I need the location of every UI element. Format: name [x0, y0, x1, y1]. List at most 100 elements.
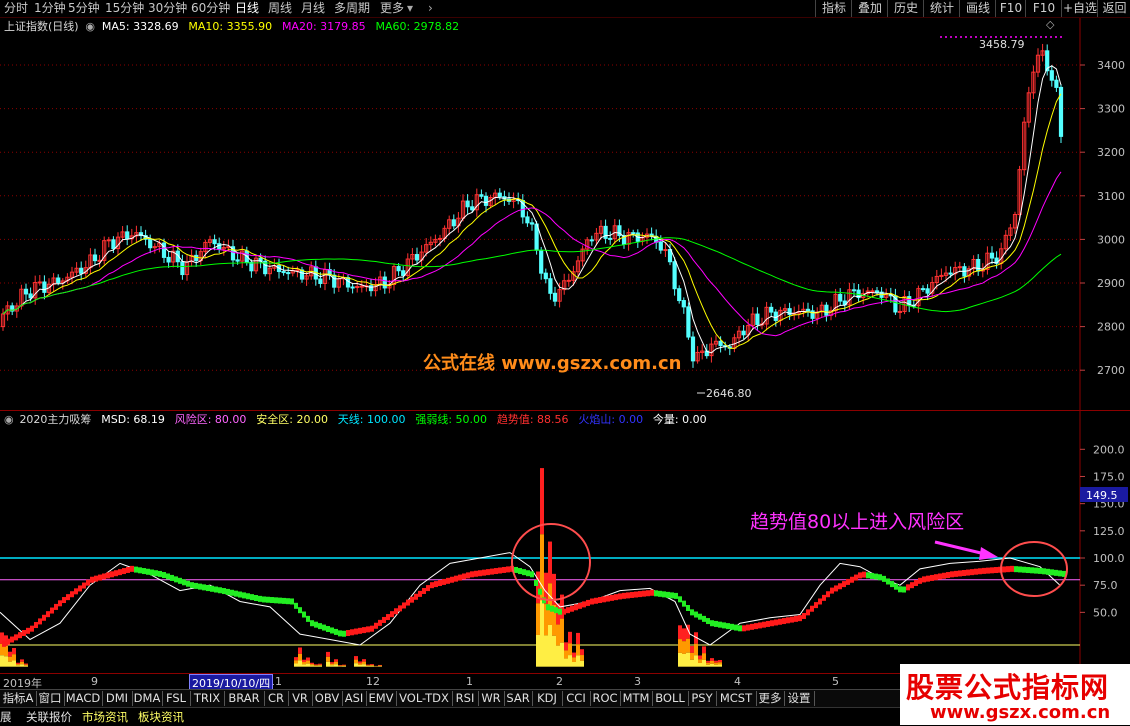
flame-bar [334, 659, 338, 661]
period-tab-fenshi[interactable]: 分时 [4, 1, 28, 16]
flame-bar [358, 663, 362, 665]
trend-block-down [1034, 568, 1038, 574]
time-label-dec: 12 [366, 675, 380, 688]
period-tab-15min[interactable]: 15分钟 [105, 1, 144, 16]
trend-block-down [306, 616, 310, 622]
trend-block-down [734, 625, 738, 631]
indicator-tab-14[interactable]: RSI [452, 691, 479, 706]
chevron-circle-icon[interactable]: ◉ [85, 20, 95, 33]
sector-news-tab[interactable]: 板块资讯 [138, 710, 184, 725]
trend-block-down [178, 578, 182, 584]
indicator-tab-10[interactable]: OBV [312, 691, 343, 706]
indicator-chart[interactable]: 200.0175.0150.0125.0100.075.050.0 趋势值80以… [0, 411, 1130, 673]
chevron-right-icon[interactable]: › [428, 1, 433, 16]
back-button[interactable]: 返回 [1097, 0, 1130, 17]
indicator-tab-16[interactable]: SAR [504, 691, 533, 706]
ma20-label: MA20: 3179.85 [282, 20, 366, 33]
indicator-tab-2[interactable]: MACD [64, 691, 103, 706]
flame-bar [314, 666, 318, 667]
time-label-apr: 4 [734, 675, 741, 688]
period-tab-30min[interactable]: 30分钟 [148, 1, 187, 16]
trend-block-up [426, 585, 430, 591]
flame-bar [314, 665, 318, 666]
candle-down [1050, 71, 1053, 81]
indicator-tab-7[interactable]: BRAR [224, 691, 265, 706]
indicator-tab-15[interactable]: WR [478, 691, 505, 706]
indicator-tab-20[interactable]: MTM [620, 691, 653, 706]
trend-block-up [22, 630, 26, 636]
trend-block-down [710, 620, 714, 626]
indicator-tab-6[interactable]: TRIX [190, 691, 225, 706]
indicator-tab-11[interactable]: ASI [342, 691, 367, 706]
expand-button[interactable]: 展 [0, 710, 12, 725]
flame-bar [544, 635, 548, 666]
trend-block-up [786, 617, 790, 623]
indicator-menu-icon[interactable]: ◉ [4, 413, 14, 426]
trend-block-up [98, 575, 102, 581]
draw-line-button[interactable]: 画线 [959, 0, 996, 17]
more-dropdown-icon[interactable]: ▾ [407, 1, 413, 16]
period-tab-60min[interactable]: 60分钟 [191, 1, 230, 16]
trend-block-up [442, 579, 446, 585]
diamond-icon[interactable]: ◇ [1046, 18, 1054, 31]
period-tab-5min[interactable]: 5分钟 [68, 1, 100, 16]
period-tab-weekly[interactable]: 周线 [268, 1, 292, 16]
trend-block-down [1014, 566, 1018, 572]
sky-line-value: 天线: 100.00 [338, 413, 406, 426]
indicator-tab-18[interactable]: CCI [562, 691, 591, 706]
indicator-tab-5[interactable]: FSL [162, 691, 191, 706]
candle-up [664, 250, 667, 251]
candle-down [287, 273, 290, 274]
indicator-tab-8[interactable]: CR [264, 691, 289, 706]
indicator-tab-3[interactable]: DMI [102, 691, 133, 706]
indicator-tab-12[interactable]: EMV [366, 691, 397, 706]
flame-bar [4, 656, 8, 666]
candle-down [333, 275, 336, 287]
period-tab-1min[interactable]: 1分钟 [34, 1, 66, 16]
period-tab-daily[interactable]: 日线 [235, 1, 259, 16]
indicator-tab-4[interactable]: DMA [132, 691, 163, 706]
flame-bar [318, 665, 322, 666]
indicator-tab-21[interactable]: BOLL [652, 691, 689, 706]
trend-block-down [146, 569, 150, 575]
indicator-tab-17[interactable]: KDJ [532, 691, 563, 706]
indicator-tab-23[interactable]: MCST [716, 691, 757, 706]
period-tab-multi[interactable]: 多周期 [334, 1, 370, 16]
trend-block-up [118, 569, 122, 575]
related-quotes-tab[interactable]: 关联报价 [26, 710, 72, 725]
period-tab-more[interactable]: 更多 [380, 1, 404, 16]
flame-bar [572, 653, 576, 658]
price-chart[interactable]: 34003300320031003000290028002700 3458.79… [0, 18, 1130, 410]
flame-bar [366, 665, 370, 666]
trend-block-down [142, 568, 146, 574]
mark-button[interactable]: F10 [1025, 0, 1062, 17]
trend-block-up [30, 626, 34, 632]
trend-block-up [362, 627, 366, 633]
trend-block-up [806, 609, 810, 615]
candle-down [659, 242, 662, 250]
add-favorite-button[interactable]: +自选 [1061, 0, 1098, 17]
period-tab-monthly[interactable]: 月线 [301, 1, 325, 16]
indicator-tab-1[interactable]: 窗口 [36, 691, 65, 706]
indicator-tab-24[interactable]: 更多 [756, 691, 785, 706]
market-news-tab[interactable]: 市场资讯 [82, 710, 128, 725]
indicator-tab-0[interactable]: 指标A [0, 691, 37, 706]
indicator-tab-19[interactable]: ROC [590, 691, 621, 706]
trend-block-down [518, 568, 522, 574]
indicator-tab-22[interactable]: PSY [688, 691, 717, 706]
indicator-tab-25[interactable]: 设置 [784, 691, 815, 706]
trend-block-up [430, 582, 434, 588]
overlay-button[interactable]: 叠加 [851, 0, 888, 17]
statistics-button[interactable]: 统计 [923, 0, 960, 17]
flame-bar [302, 660, 306, 662]
trend-block-down [686, 605, 690, 611]
indicator-button[interactable]: 指标 [815, 0, 852, 17]
indicator-tab-13[interactable]: VOL-TDX [396, 691, 453, 706]
flame-bar [370, 666, 374, 667]
history-button[interactable]: 历史 [887, 0, 924, 17]
indicator-tab-9[interactable]: VR [288, 691, 313, 706]
flame-bar [686, 653, 690, 667]
candle-down [806, 309, 809, 311]
flame-bar [310, 665, 314, 666]
f10-button[interactable]: F10 [995, 0, 1026, 17]
